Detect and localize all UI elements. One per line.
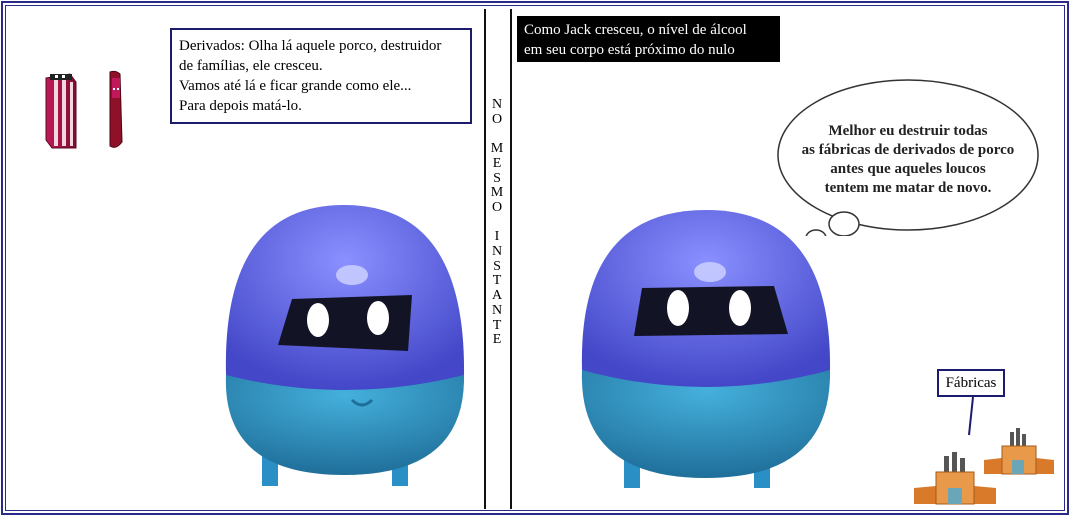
panel-divider-left [484, 9, 486, 509]
narration-box: Como Jack cresceu, o nível de álcool em … [517, 16, 780, 62]
bottle-icon [109, 70, 123, 148]
divider-letter: T [492, 273, 502, 289]
divider-letter: N [491, 97, 503, 112]
caption-derivados: Derivados: Olha lá aquele porco, destrui… [170, 28, 472, 124]
thought-line: antes que aqueles loucos [830, 161, 986, 177]
divider-letter: I [494, 229, 500, 245]
thought-line: Melhor eu destruir todas [828, 123, 988, 139]
divider-letter: M [490, 141, 504, 157]
divider-letter: M [490, 185, 504, 201]
divider-letter: N [491, 244, 503, 260]
caption-line: Derivados: Olha lá aquele porco, destrui… [179, 38, 442, 54]
divider-letter [495, 216, 499, 231]
caption-line: de famílias, ele cresceu. [179, 58, 323, 74]
divider-letter: O [491, 111, 503, 127]
narration-line: Como Jack cresceu, o nível de álcool [524, 22, 747, 38]
panel-divider-right [510, 9, 512, 509]
caption-line: Para depois matá-lo. [179, 98, 302, 114]
narration-line: em seu corpo está próximo do nulo [524, 42, 735, 58]
divider-letter: S [493, 170, 501, 186]
character-icon [581, 210, 831, 488]
divider-label: N O M E S M O I N S T A N T E [487, 97, 507, 348]
divider-letter: E [492, 332, 502, 348]
label-pointer [968, 397, 974, 436]
thought-line: tentem me matar de novo. [824, 180, 992, 196]
divider-letter: A [491, 288, 503, 304]
divider-letter: E [492, 155, 502, 171]
divider-letter: T [492, 317, 502, 333]
factory-label: Fábricas [937, 369, 1005, 397]
divider-letter [495, 127, 499, 142]
divider-letter: N [491, 302, 503, 318]
thought-line: as fábricas de derivados de porco [801, 142, 1015, 158]
thought-text: Melhor eu destruir todas as fábricas de … [776, 122, 1040, 198]
caption-line: Vamos até lá e ficar grande como ele... [179, 78, 412, 94]
character-icon [225, 205, 465, 486]
divider-letter: O [491, 199, 503, 215]
factory-icon [914, 452, 996, 505]
divider-letter: S [493, 258, 501, 274]
